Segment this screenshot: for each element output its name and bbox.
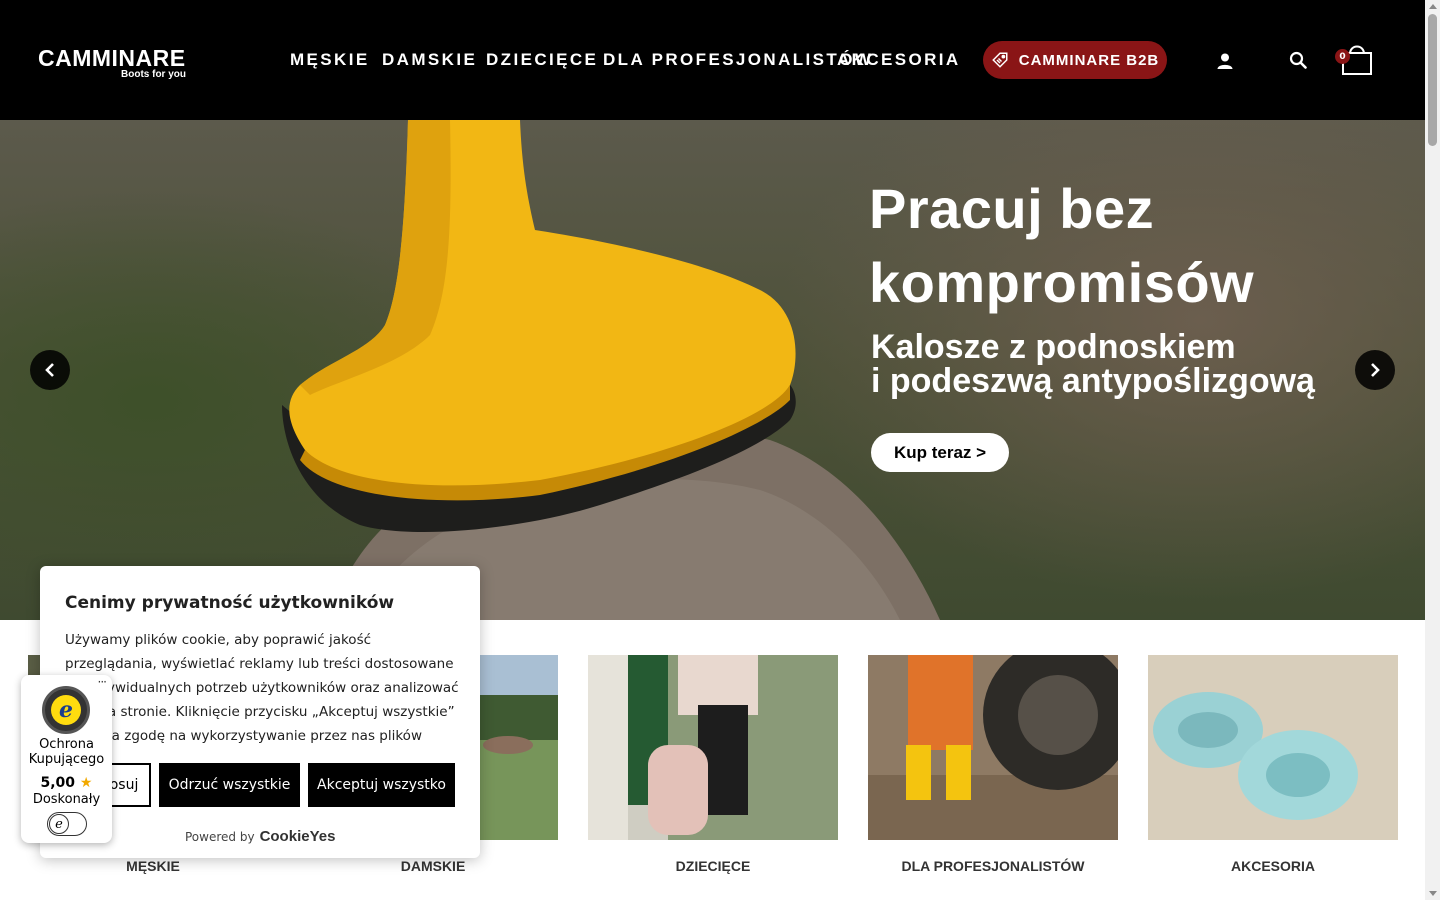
category-label-akcesoria[interactable]: AKCESORIA: [1148, 858, 1398, 874]
b2b-button[interactable]: CAMMINARE B2B: [983, 41, 1167, 79]
category-image-dla-profesjonalistow[interactable]: [868, 655, 1118, 840]
scroll-up-arrow-icon[interactable]: [1429, 4, 1437, 9]
powered-by: Powered by CookieYes: [185, 828, 335, 845]
slider-prev-button[interactable]: [30, 350, 70, 390]
user-icon[interactable]: [1216, 52, 1234, 70]
hero-subtitle: Kalosze z podnoskiem i podeszwą antypośl…: [871, 330, 1315, 398]
hero-title-line1: Pracuj bez: [869, 177, 1155, 240]
chevron-left-icon: [45, 363, 54, 377]
chevron-right-icon: [1371, 363, 1380, 377]
powered-by-text: Powered by: [185, 830, 255, 844]
rating-grade: Doskonały: [32, 792, 101, 807]
site-header: CAMMINARE Boots for you MĘSKIE DAMSKIE D…: [0, 0, 1425, 120]
logo-wordmark: CAMMINARE: [38, 45, 186, 71]
category-image-dzieciece[interactable]: [588, 655, 838, 840]
hero-title-line2: kompromisów: [869, 251, 1255, 314]
b2b-label: CAMMINARE B2B: [1018, 51, 1160, 69]
category-label-dzieciece[interactable]: DZIECIĘCE: [588, 858, 838, 874]
more-options-icon[interactable]: ···: [98, 675, 108, 689]
accept-all-button[interactable]: Akceptuj wszystko: [308, 763, 455, 807]
category-image-akcesoria[interactable]: [1148, 655, 1398, 840]
slider-next-button[interactable]: [1355, 350, 1395, 390]
trusted-shops-badge[interactable]: ··· e Ochrona Kupującego 5,00 ★ Doskonał…: [21, 675, 112, 843]
hero-slider: Pracuj bez kompromisów Kalosze z podnosk…: [0, 120, 1425, 620]
nav-item-damskie[interactable]: DAMSKIE: [382, 50, 477, 70]
trusted-shops-seal-icon: e: [42, 686, 90, 734]
logo[interactable]: CAMMINARE Boots for you: [38, 45, 186, 80]
trusted-shops-toggle[interactable]: e: [47, 812, 87, 836]
scrollbar-thumb[interactable]: [1428, 14, 1437, 146]
trusted-shops-e-icon: e: [49, 814, 69, 834]
scroll-down-arrow-icon[interactable]: [1429, 891, 1437, 896]
category-label-dla-profesjonalistow[interactable]: DLA PROFESJONALISTÓW: [868, 858, 1118, 874]
logo-tagline: Boots for you: [121, 69, 186, 80]
cart-count-badge: 0: [1335, 49, 1350, 64]
rating-score: 5,00 ★: [21, 775, 112, 791]
nav-item-akcesoria[interactable]: AKCESORIA: [837, 50, 961, 70]
cookie-title: Cenimy prywatność użytkowników: [65, 593, 395, 613]
category-label-meskie[interactable]: MĘSKIE: [28, 858, 278, 874]
shop-now-button[interactable]: Kup teraz >: [871, 433, 1009, 472]
reject-all-button[interactable]: Odrzuć wszystkie: [159, 763, 300, 807]
tag-icon: [991, 52, 1008, 68]
buyer-protection-label: Ochrona Kupującego: [28, 737, 105, 767]
category-label-damskie[interactable]: DAMSKIE: [308, 858, 558, 874]
nav-item-dla-profesjonalistow[interactable]: DLA PROFESJONALISTÓW: [603, 50, 873, 70]
cookieyes-logo[interactable]: CookieYes: [260, 828, 336, 845]
nav-item-meskie[interactable]: MĘSKIE: [290, 50, 370, 70]
page-scrollbar[interactable]: [1425, 0, 1440, 900]
hero-subtitle-line2: i podeszwą antypoślizgową: [871, 362, 1315, 400]
search-icon[interactable]: [1289, 51, 1307, 69]
hero-subtitle-line1: Kalosze z podnoskiem: [871, 328, 1236, 366]
rating-value: 5,00: [40, 775, 76, 791]
cookie-text: Używamy plików cookie, aby poprawić jako…: [65, 632, 459, 768]
hero-title: Pracuj bez kompromisów: [869, 172, 1254, 320]
nav-item-dzieciece[interactable]: DZIECIĘCE: [486, 50, 598, 70]
star-icon: ★: [79, 775, 93, 791]
